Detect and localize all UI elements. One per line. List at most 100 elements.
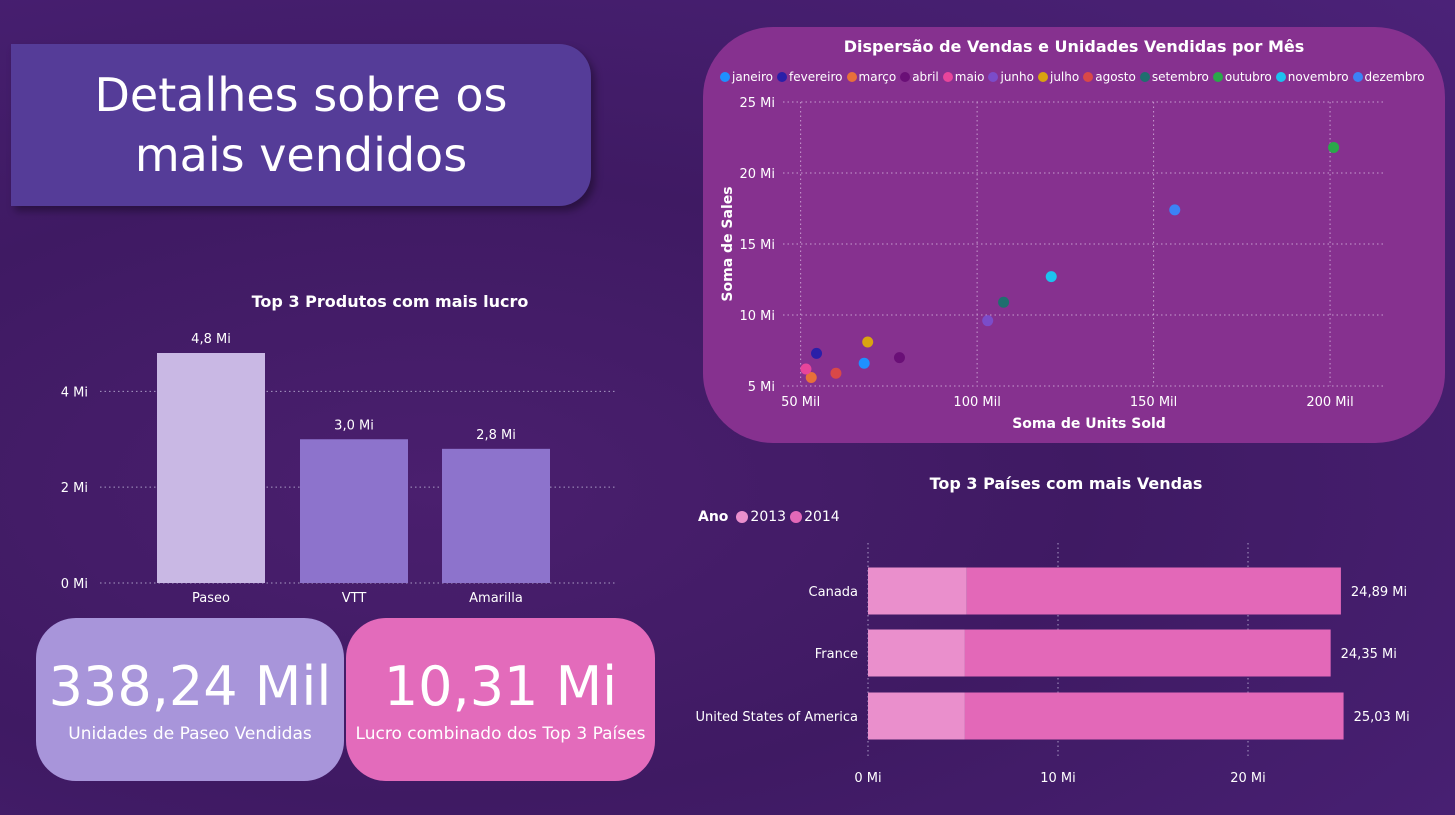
page-title: Detalhes sobre os mais vendidos (94, 68, 508, 182)
x-tick-label: VTT (342, 591, 367, 606)
kpi-units-label: Unidades de Paseo Vendidas (68, 723, 312, 744)
point-abril[interactable] (893, 352, 905, 364)
bar-2014[interactable] (964, 629, 1331, 677)
legend-label-2014: 2014 (804, 509, 840, 525)
bar-vtt[interactable] (300, 439, 408, 583)
y-tick-label: 0 Mi (61, 577, 88, 592)
bar-value-label: 3,0 Mi (334, 418, 374, 433)
legend-swatch-2014 (790, 511, 803, 523)
bar-chart[interactable]: 0 Mi 2 Mi 4 Mi 4,8 Mi Paseo 3,0 Mi VTT 2,8 Mi Am… (40, 320, 640, 620)
legend-item-setembro[interactable]: setembro (1139, 70, 1209, 84)
legend-swatch (777, 72, 788, 82)
legend-item-fevereiro[interactable]: fevereiro (777, 70, 843, 84)
legend-swatch-2013 (736, 511, 749, 523)
x-tick-label: 20 Mi (1230, 771, 1266, 786)
legend-swatch (900, 72, 911, 82)
legend-item-2013[interactable]: 2013 (736, 509, 786, 525)
legend-title: Ano (698, 509, 729, 525)
country-chart[interactable]: 0 Mi 10 Mi 20 Mi Canada 24,89 Mi France 24,35 … (690, 535, 1450, 795)
point-agosto[interactable] (830, 367, 842, 379)
x-tick-label: 150 Mil (1130, 395, 1177, 410)
legend-swatch (846, 72, 857, 82)
legend-item-janeiro[interactable]: janeiro (720, 70, 773, 84)
bar-2013[interactable] (868, 567, 967, 615)
bar-chart-title: Top 3 Produtos com mais lucro (251, 292, 529, 311)
point-novembro[interactable] (1045, 271, 1057, 283)
point-setembro[interactable] (998, 296, 1010, 308)
legend-item-maio[interactable]: maio (942, 70, 984, 84)
legend-item-julho[interactable]: julho (1037, 70, 1079, 84)
kpi-units-card: 338,24 Mil Unidades de Paseo Vendidas (36, 618, 344, 781)
scatter-legend[interactable]: janeiro fevereiro março abril maio junho julho… (720, 70, 1429, 84)
bar-total-label: 24,89 Mi (1351, 585, 1407, 600)
bar-value-label: 2,8 Mi (476, 428, 516, 443)
legend-item-outubro[interactable]: outubro (1212, 70, 1272, 84)
point-janeiro[interactable] (858, 357, 870, 369)
bar-2013[interactable] (868, 629, 965, 677)
x-tick-label: 0 Mi (854, 771, 881, 786)
point-dezembro[interactable] (1169, 204, 1181, 216)
x-tick-label: 50 Mil (781, 395, 820, 410)
legend-label: novembro (1287, 70, 1349, 84)
country-chart-title: Top 3 Países com mais Vendas (929, 474, 1203, 493)
legend-item-dezembro[interactable]: dezembro (1352, 70, 1425, 84)
legend-swatch (1275, 72, 1286, 82)
legend-swatch (1139, 72, 1150, 82)
bar-amarilla[interactable] (442, 448, 550, 583)
legend-swatch (942, 72, 953, 82)
x-tick-label: Paseo (192, 591, 230, 606)
y-tick-label: 20 Mi (739, 167, 775, 182)
y-tick-label: 15 Mi (739, 238, 775, 253)
legend-swatch (720, 72, 730, 82)
x-tick-label: 200 Mil (1306, 395, 1353, 410)
kpi-profit-label: Lucro combinado dos Top 3 Países (355, 723, 646, 744)
y-axis-label: Soma de Sales (720, 186, 736, 301)
legend-label: janeiro (732, 70, 774, 84)
legend-item-março[interactable]: março (846, 70, 896, 84)
y-tick-label: 25 Mi (739, 96, 775, 111)
legend-item-agosto[interactable]: agosto (1083, 70, 1136, 84)
bar-total-label: 25,03 Mi (1354, 710, 1410, 725)
x-tick-label: 10 Mi (1040, 771, 1076, 786)
legend-item-junho[interactable]: junho (988, 70, 1034, 84)
point-julho[interactable] (862, 336, 874, 348)
bar-2014[interactable] (966, 567, 1341, 615)
scatter-chart-title: Dispersão de Vendas e Unidades Vendidas … (843, 37, 1305, 56)
legend-swatch (1212, 72, 1223, 82)
point-junho[interactable] (982, 315, 994, 327)
legend-label: dezembro (1364, 70, 1425, 84)
legend-label: agosto (1095, 70, 1136, 84)
kpi-profit-card: 10,31 Mi Lucro combinado dos Top 3 Paíse… (346, 618, 655, 781)
point-outubro[interactable] (1328, 141, 1340, 153)
y-tick-label: 10 Mi (739, 309, 775, 324)
legend-label: setembro (1151, 70, 1209, 84)
y-tick-label: Canada (809, 585, 858, 600)
legend-label: fevereiro (789, 70, 843, 84)
bar-2014[interactable] (964, 692, 1344, 740)
bar-total-label: 24,35 Mi (1341, 647, 1397, 662)
point-fevereiro[interactable] (811, 347, 823, 359)
y-tick-label: 2 Mi (61, 481, 88, 496)
title-card: Detalhes sobre os mais vendidos (11, 44, 591, 206)
legend-item-2014[interactable]: 2014 (790, 509, 840, 525)
point-maio[interactable] (800, 363, 812, 375)
legend-swatch (1352, 72, 1363, 82)
legend-label-2013: 2013 (750, 509, 787, 525)
y-tick-label: 4 Mi (61, 385, 88, 400)
scatter-chart[interactable]: 5 Mi 10 Mi 15 Mi 20 Mi 25 Mi 50 Mil 100 Mil 150… (703, 90, 1445, 440)
kpi-units-value: 338,24 Mil (48, 654, 332, 718)
bar-2013[interactable] (868, 692, 965, 740)
bar-value-label: 4,8 Mi (191, 332, 231, 347)
legend-swatch (1083, 72, 1094, 82)
y-tick-label: 5 Mi (748, 380, 775, 395)
bar-paseo[interactable] (157, 353, 265, 583)
legend-swatch (988, 72, 999, 82)
legend-label: junho (1000, 70, 1034, 84)
legend-label: abril (912, 70, 939, 84)
kpi-profit-value: 10,31 Mi (383, 654, 618, 718)
legend-label: outubro (1224, 70, 1272, 84)
country-legend[interactable]: Ano 2013 2014 (698, 509, 844, 525)
legend-item-abril[interactable]: abril (900, 70, 939, 84)
legend-item-novembro[interactable]: novembro (1275, 70, 1349, 84)
y-tick-label: United States of America (696, 710, 858, 725)
